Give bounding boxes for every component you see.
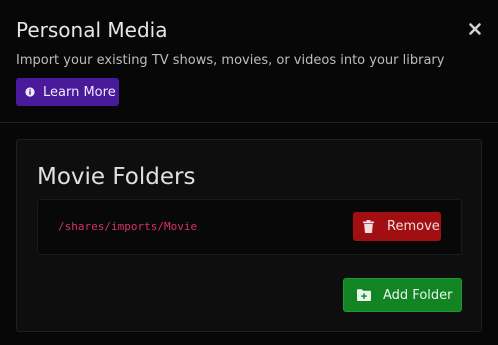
- movie-folders-card: Movie Folders /shares/imports/Movie Remo…: [16, 139, 482, 332]
- add-folder-button[interactable]: Add Folder: [343, 278, 462, 312]
- close-icon: [469, 23, 481, 35]
- folder-path: /shares/imports/Movie: [58, 220, 198, 233]
- dialog-subtitle: Import your existing TV shows, movies, o…: [16, 53, 445, 68]
- personal-media-dialog: Personal Media Import your existing TV s…: [0, 0, 498, 345]
- folder-row: /shares/imports/Movie Remove: [37, 199, 462, 255]
- dialog-title: Personal Media: [16, 18, 168, 42]
- section-title: Movie Folders: [37, 164, 196, 190]
- trash-icon: [363, 220, 374, 233]
- remove-label: Remove: [387, 219, 440, 234]
- learn-more-button[interactable]: Learn More: [16, 78, 119, 106]
- close-button[interactable]: [464, 18, 486, 40]
- folder-plus-icon: [357, 289, 371, 301]
- learn-more-label: Learn More: [43, 84, 116, 100]
- dialog-header: Personal Media Import your existing TV s…: [0, 0, 498, 123]
- add-folder-label: Add Folder: [383, 287, 453, 303]
- remove-folder-button[interactable]: Remove: [353, 212, 441, 241]
- info-circle-icon: [25, 87, 35, 97]
